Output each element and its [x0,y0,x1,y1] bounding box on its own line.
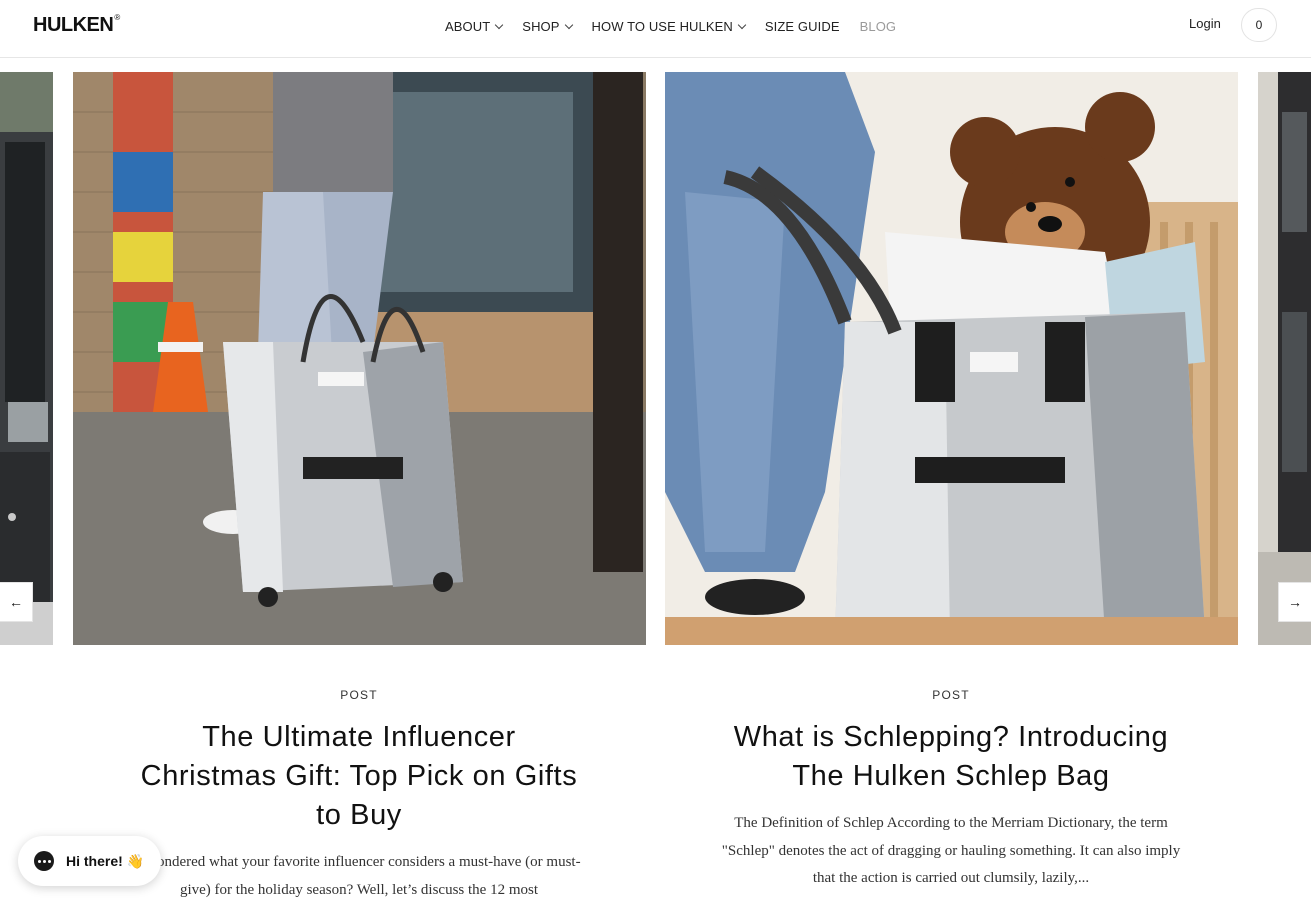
chevron-down-icon [495,20,504,29]
post-card-influencer-gift: POST The Ultimate Influencer Christmas G… [124,688,594,902]
nav-item-shop[interactable]: SHOP [522,16,573,36]
arrow-left-icon: ← [9,594,23,610]
post-image-influencer-gift[interactable] [73,72,646,645]
nav-item-label: SHOP [522,18,560,34]
chevron-down-icon [564,20,573,29]
post-title[interactable]: What is Schlepping? Introducing The Hulk… [716,718,1186,796]
hulken-logo[interactable]: HULKEN ® [33,13,121,37]
slider-next-button[interactable]: → [1278,582,1311,622]
nav-item-label: HOW TO USE HULKEN [591,18,733,34]
post-image-schlep-bag[interactable] [665,72,1238,645]
arrow-right-icon: → [1288,594,1302,610]
slider-prev-button[interactable]: ← [0,582,33,622]
nav-item-blog[interactable]: BLOG [860,16,897,36]
nav-item-label: SIZE GUIDE [764,18,840,34]
chat-label: Hi there! 👋 [66,852,145,869]
post-excerpt: The Definition of Schlep According to th… [721,815,1181,886]
site-header: HULKEN ® ABOUT SHOP HOW TO USE HULKEN SI… [0,0,1311,58]
logo-text: HULKEN [33,14,114,36]
post-excerpt: r wondered what your favorite influencer… [137,854,581,898]
cart-button[interactable]: 0 [1241,8,1277,42]
cart-count: 0 [1255,18,1263,32]
nav-item-about[interactable]: ABOUT [445,16,504,36]
nav-item-size-guide[interactable]: SIZE GUIDE [765,16,840,36]
post-title[interactable]: The Ultimate Influencer Christmas Gift: … [124,718,594,835]
post-card-schlep-bag: POST What is Schlepping? Introducing The… [716,688,1186,893]
nav-item-how-to-use[interactable]: HOW TO USE HULKEN [591,16,747,36]
chat-widget-button[interactable]: Hi there! 👋 [18,836,161,886]
slide-image-partial-left[interactable] [0,72,53,645]
nav-item-label: BLOG [859,18,897,34]
slide-image-partial-right[interactable] [1258,72,1311,645]
nav-item-label: ABOUT [445,18,491,34]
login-link[interactable]: Login [1189,16,1221,31]
chat-bubble-icon [34,851,54,871]
logo-registered-mark: ® [114,13,121,22]
chevron-down-icon [737,20,747,29]
post-kicker: POST [340,688,378,702]
post-kicker: POST [932,688,970,702]
main-nav: ABOUT SHOP HOW TO USE HULKEN SIZE GUIDE … [445,16,916,36]
